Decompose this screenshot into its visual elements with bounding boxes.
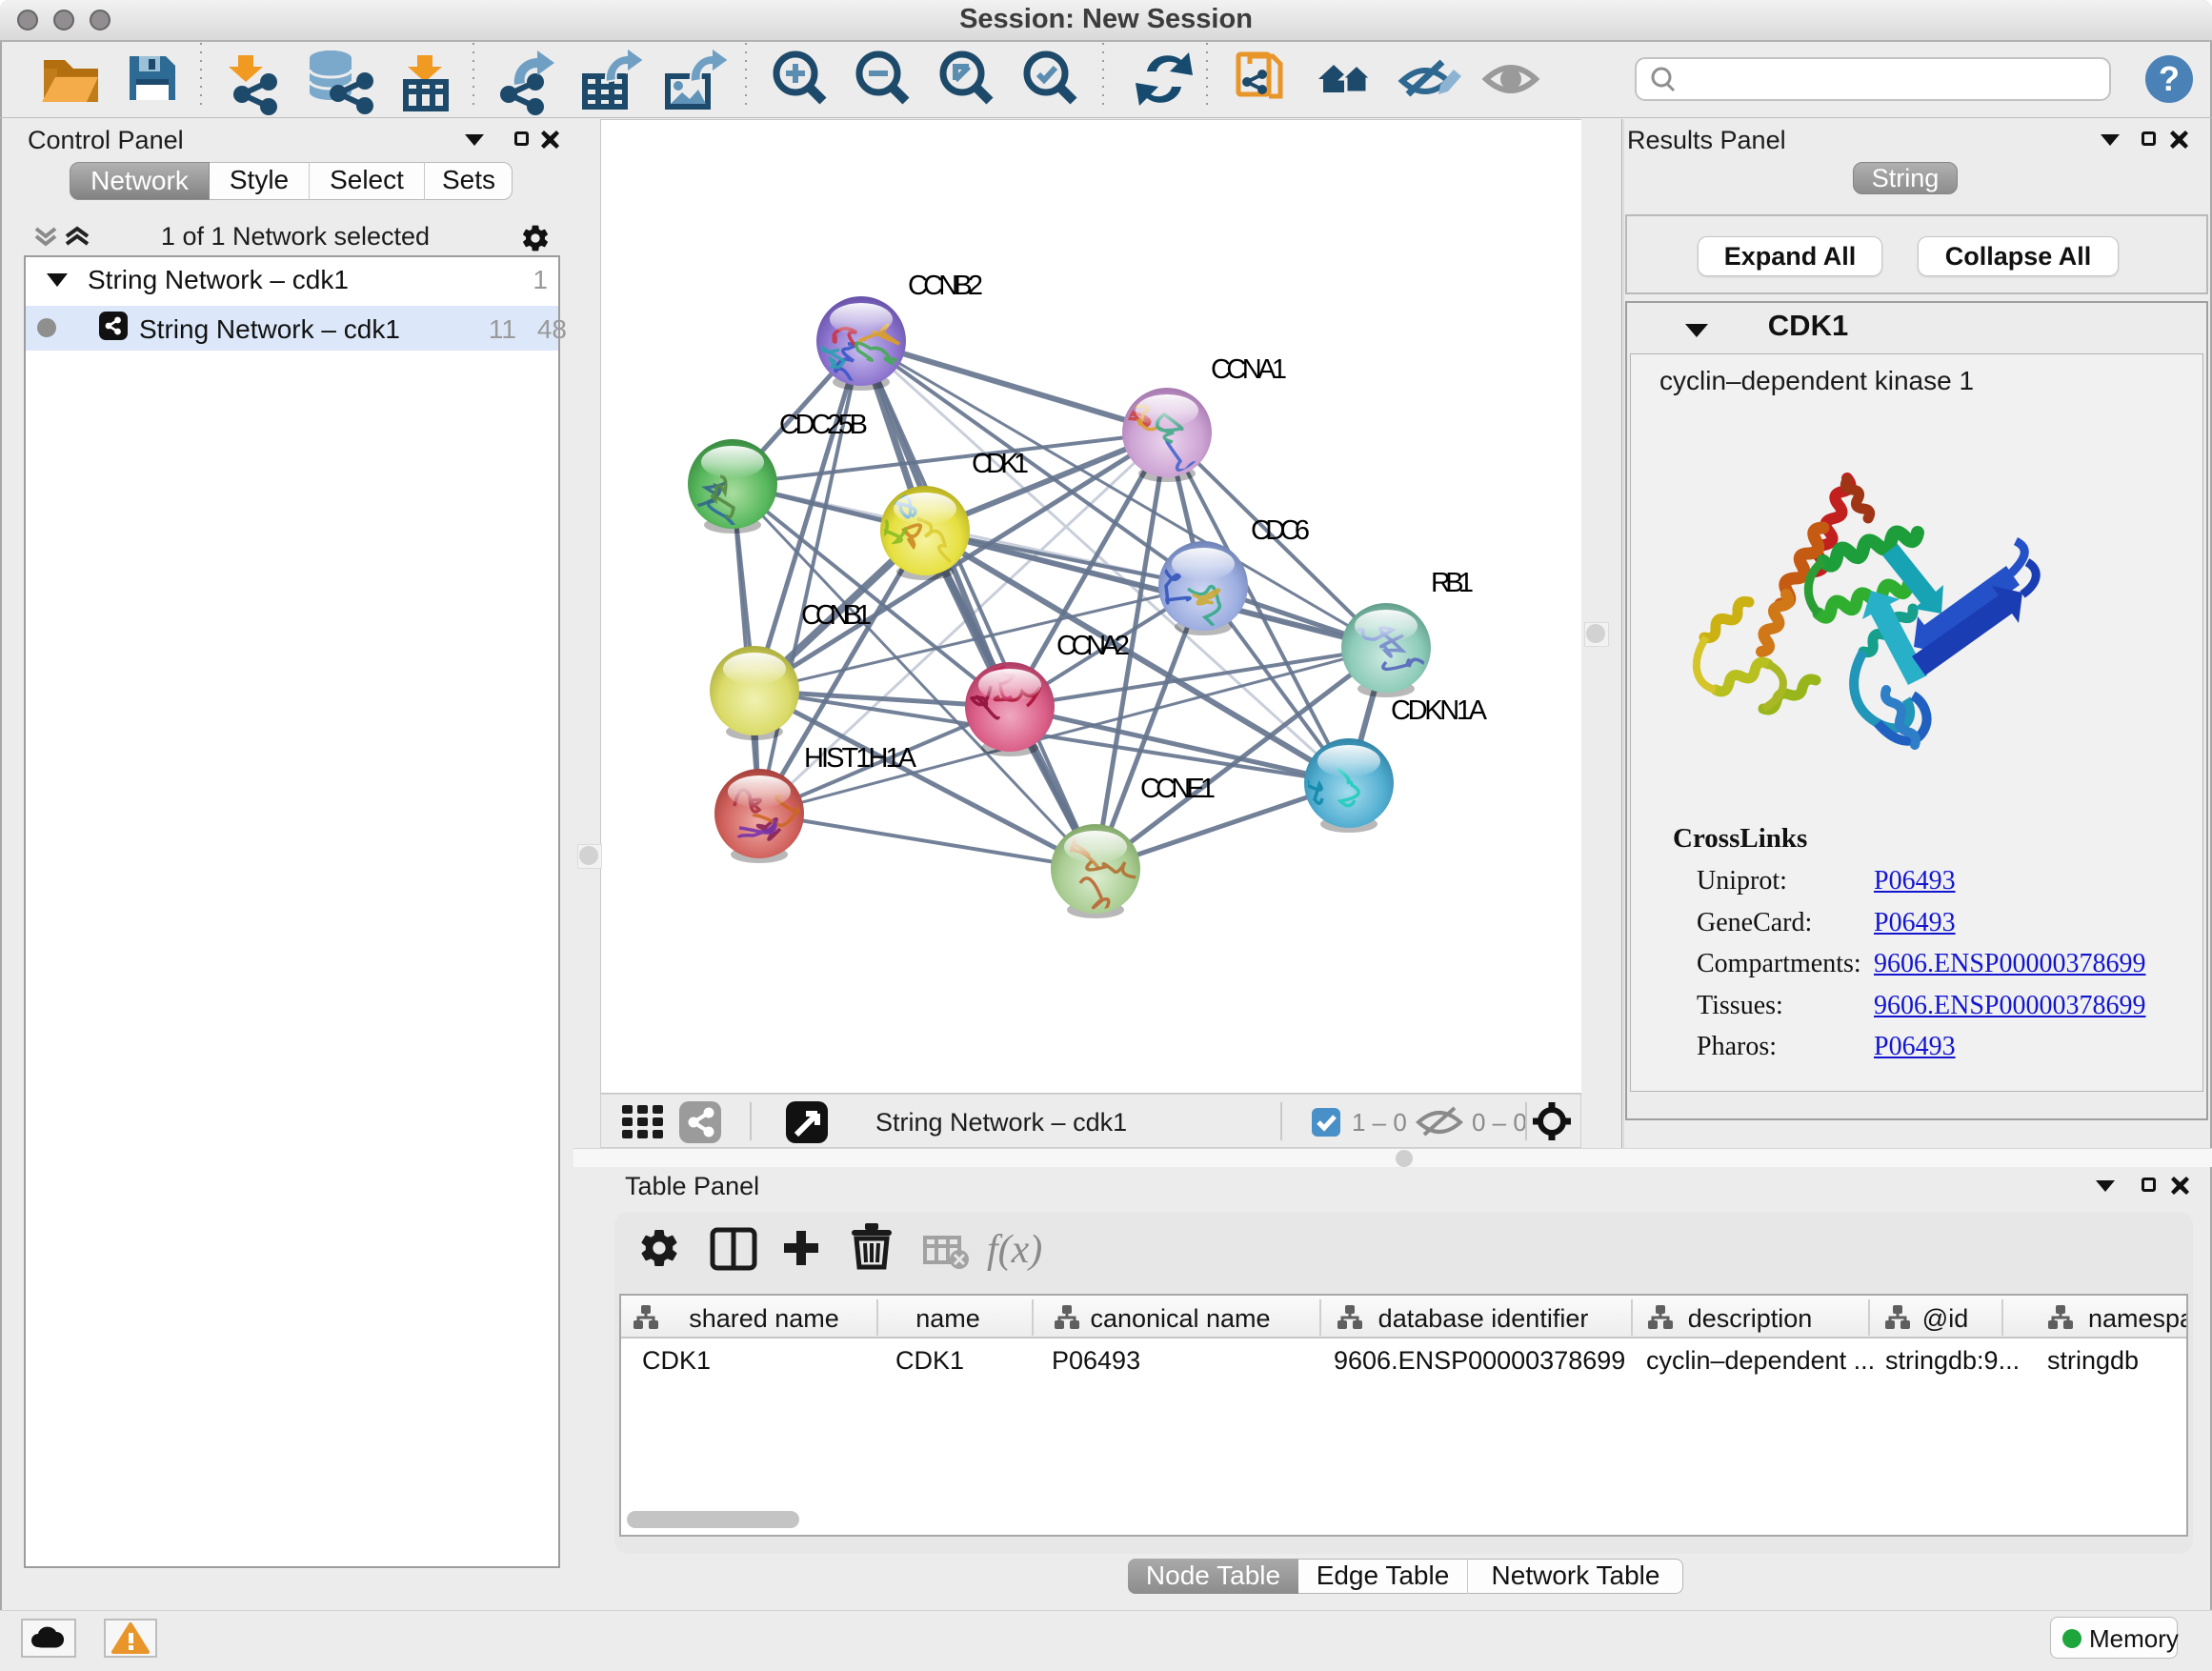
svg-text:0 – 0: 0 – 0 <box>1472 1108 1527 1137</box>
svg-text:canonical name: canonical name <box>1090 1304 1270 1333</box>
svg-text:CDKN1A: CDKN1A <box>1391 695 1488 726</box>
svg-text:CCNE1: CCNE1 <box>1140 774 1216 804</box>
svg-text:CCNA1: CCNA1 <box>1211 354 1287 385</box>
svg-text:CCNA2: CCNA2 <box>1056 631 1130 661</box>
svg-text:1 – 0: 1 – 0 <box>1352 1108 1407 1137</box>
svg-text:name: name <box>915 1304 980 1333</box>
svg-text:database identifier: database identifier <box>1378 1304 1589 1333</box>
svg-text:shared name: shared name <box>689 1304 839 1333</box>
svg-text:f(x): f(x) <box>987 1228 1042 1272</box>
svg-text:String Network – cdk1: String Network – cdk1 <box>875 1108 1127 1137</box>
svg-text:CCNB1: CCNB1 <box>801 600 872 631</box>
svg-text:CDC6: CDC6 <box>1251 515 1310 546</box>
svg-text:RB1: RB1 <box>1431 568 1474 598</box>
svg-text:@id: @id <box>1922 1304 1968 1333</box>
svg-text:CCNB2: CCNB2 <box>908 271 983 301</box>
svg-text:CDK1: CDK1 <box>972 449 1029 479</box>
svg-text:description: description <box>1688 1304 1813 1333</box>
svg-text:namespac: namespac <box>2088 1304 2186 1333</box>
svg-text:CDC25B: CDC25B <box>779 410 868 440</box>
svg-text:?: ? <box>2159 59 2180 98</box>
svg-text:HIST1H1A: HIST1H1A <box>804 743 917 774</box>
